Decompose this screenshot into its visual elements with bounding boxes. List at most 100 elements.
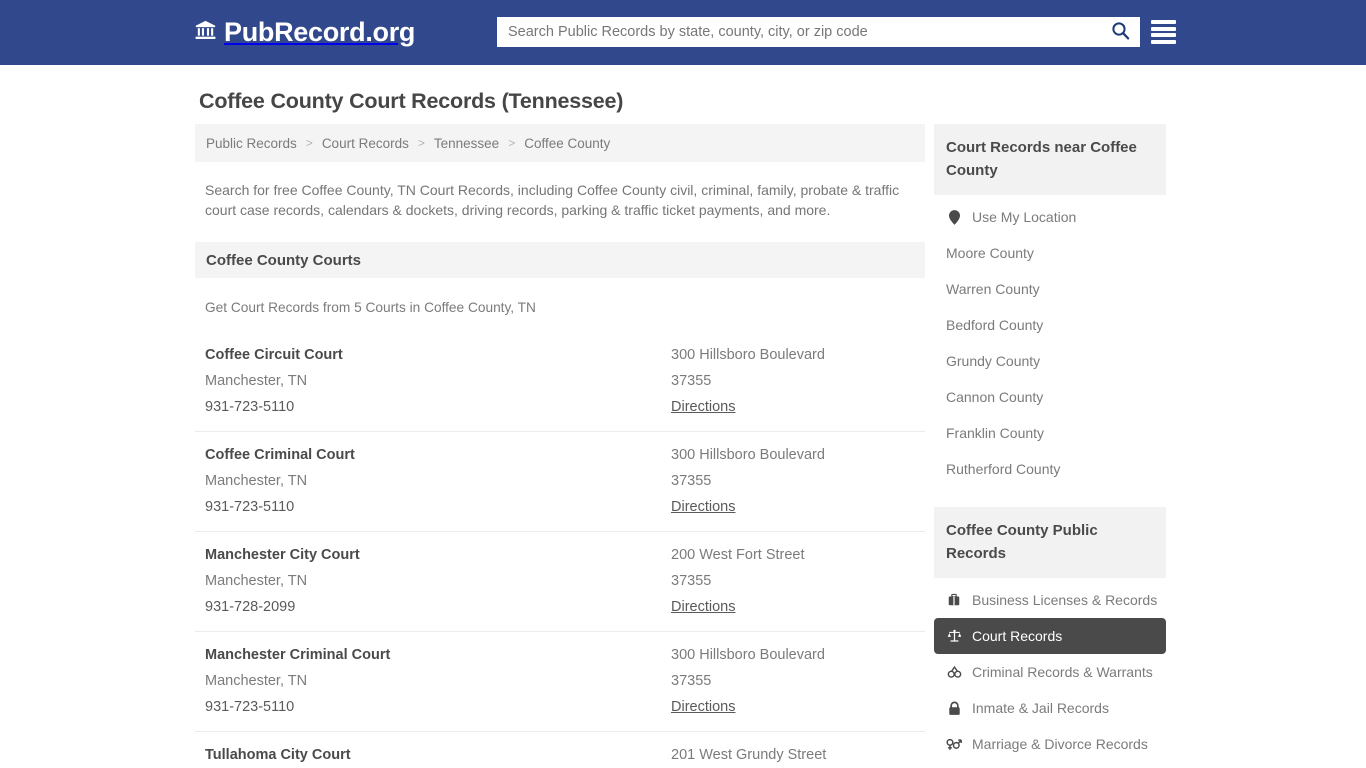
hamburger-menu-icon[interactable] xyxy=(1151,20,1176,44)
site-header: PubRecord.org xyxy=(0,0,1366,65)
sidebar-item-bedford-county[interactable]: Bedford County xyxy=(934,307,1166,343)
table-row: Manchester City Court Manchester, TN 931… xyxy=(195,532,925,632)
breadcrumb-separator: > xyxy=(409,136,434,150)
sidebar-item-label: Court Records xyxy=(972,628,1062,644)
sidebar-item-inmate-jail-records[interactable]: Inmate & Jail Records xyxy=(934,690,1166,726)
court-address: 300 Hillsboro Boulevard 37355 Directions xyxy=(671,442,915,520)
sidebar: Court Records near Coffee County Use My … xyxy=(934,124,1166,768)
bank-columns-icon xyxy=(194,19,217,46)
table-row: Manchester Criminal Court Manchester, TN… xyxy=(195,632,925,732)
court-street: 300 Hillsboro Boulevard xyxy=(671,442,915,468)
court-name: Coffee Circuit Court xyxy=(205,342,671,368)
breadcrumb-separator: > xyxy=(499,136,524,150)
sidebar-item-label: Inmate & Jail Records xyxy=(972,700,1109,716)
court-street: 300 Hillsboro Boulevard xyxy=(671,642,915,668)
gender-symbols-icon xyxy=(946,737,962,751)
search-button[interactable] xyxy=(1100,17,1140,47)
search-input[interactable] xyxy=(497,17,1100,47)
court-name: Manchester City Court xyxy=(205,542,671,568)
court-info: Tullahoma City Court Tullahoma, TN 931-4… xyxy=(205,742,671,768)
sidebar-item-label: Bedford County xyxy=(946,317,1043,333)
breadcrumb: Public Records > Court Records > Tenness… xyxy=(195,124,925,162)
court-address: 300 Hillsboro Boulevard 37355 Directions xyxy=(671,342,915,420)
public-records-list: Business Licenses & Records Court xyxy=(934,582,1166,768)
handcuffs-icon xyxy=(946,665,962,679)
sidebar-item-warren-county[interactable]: Warren County xyxy=(934,271,1166,307)
sidebar-item-cannon-county[interactable]: Cannon County xyxy=(934,379,1166,415)
court-info: Coffee Criminal Court Manchester, TN 931… xyxy=(205,442,671,520)
sidebar-item-label: Franklin County xyxy=(946,425,1044,441)
sidebar-item-moore-county[interactable]: Moore County xyxy=(934,235,1166,271)
hamburger-bar xyxy=(1151,27,1176,31)
logo-text: PubRecord.org xyxy=(224,17,415,48)
breadcrumb-separator: > xyxy=(297,136,322,150)
court-zip: 37355 xyxy=(671,568,915,594)
breadcrumb-item-public-records[interactable]: Public Records xyxy=(206,136,297,151)
directions-link[interactable]: Directions xyxy=(671,399,735,415)
court-name: Manchester Criminal Court xyxy=(205,642,671,668)
court-info: Coffee Circuit Court Manchester, TN 931-… xyxy=(205,342,671,420)
lock-icon xyxy=(946,701,962,716)
nearby-counties-list: Use My Location Moore County Warren Coun… xyxy=(934,199,1166,487)
sidebar-item-label: Moore County xyxy=(946,245,1034,261)
court-phone[interactable]: 931-723-5110 xyxy=(205,499,294,515)
search-icon xyxy=(1111,21,1130,43)
hamburger-bar xyxy=(1151,33,1176,37)
court-name: Tullahoma City Court xyxy=(205,742,671,768)
sidebar-item-property-records[interactable]: Property Records xyxy=(934,762,1166,768)
sidebar-item-label: Marriage & Divorce Records xyxy=(972,736,1148,752)
sidebar-item-court-records[interactable]: Court Records xyxy=(934,618,1166,654)
sidebar-item-criminal-records[interactable]: Criminal Records & Warrants xyxy=(934,654,1166,690)
sidebar-heading-nearby: Court Records near Coffee County xyxy=(934,124,1166,195)
court-address: 200 West Fort Street 37355 Directions xyxy=(671,542,915,620)
courts-section-heading: Coffee County Courts xyxy=(195,242,925,278)
table-row: Coffee Criminal Court Manchester, TN 931… xyxy=(195,432,925,532)
court-city: Manchester, TN xyxy=(205,468,671,494)
sidebar-heading-public-records: Coffee County Public Records xyxy=(934,507,1166,578)
scales-of-justice-icon xyxy=(946,629,962,643)
sidebar-item-use-my-location[interactable]: Use My Location xyxy=(934,199,1166,235)
table-row: Tullahoma City Court Tullahoma, TN 931-4… xyxy=(195,732,925,768)
court-address: 300 Hillsboro Boulevard 37355 Directions xyxy=(671,642,915,720)
court-list: Coffee Circuit Court Manchester, TN 931-… xyxy=(195,332,925,768)
court-info: Manchester Criminal Court Manchester, TN… xyxy=(205,642,671,720)
court-city: Manchester, TN xyxy=(205,668,671,694)
hamburger-bar xyxy=(1151,20,1176,24)
courts-section-subheading: Get Court Records from 5 Courts in Coffe… xyxy=(195,278,925,315)
page-title: Coffee County Court Records (Tennessee) xyxy=(199,89,623,114)
sidebar-item-label: Cannon County xyxy=(946,389,1043,405)
court-address: 201 West Grundy Street 37388 Directions xyxy=(671,742,915,768)
sidebar-item-marriage-divorce-records[interactable]: Marriage & Divorce Records xyxy=(934,726,1166,762)
briefcase-icon xyxy=(946,593,962,607)
sidebar-item-grundy-county[interactable]: Grundy County xyxy=(934,343,1166,379)
intro-paragraph: Search for free Coffee County, TN Court … xyxy=(195,162,925,220)
sidebar-item-label: Criminal Records & Warrants xyxy=(972,664,1153,680)
court-zip: 37355 xyxy=(671,468,915,494)
directions-link[interactable]: Directions xyxy=(671,499,735,515)
sidebar-item-label: Use My Location xyxy=(972,209,1076,225)
site-logo[interactable]: PubRecord.org xyxy=(194,17,415,48)
court-city: Manchester, TN xyxy=(205,368,671,394)
court-street: 200 West Fort Street xyxy=(671,542,915,568)
sidebar-item-label: Rutherford County xyxy=(946,461,1060,477)
court-city: Manchester, TN xyxy=(205,568,671,594)
court-phone[interactable]: 931-723-5110 xyxy=(205,699,294,715)
breadcrumb-item-coffee-county[interactable]: Coffee County xyxy=(524,136,610,151)
breadcrumb-item-tennessee[interactable]: Tennessee xyxy=(434,136,499,151)
sidebar-item-rutherford-county[interactable]: Rutherford County xyxy=(934,451,1166,487)
sidebar-item-business-licenses[interactable]: Business Licenses & Records xyxy=(934,582,1166,618)
table-row: Coffee Circuit Court Manchester, TN 931-… xyxy=(195,332,925,432)
search-bar xyxy=(497,17,1140,47)
court-zip: 37355 xyxy=(671,368,915,394)
court-phone[interactable]: 931-723-5110 xyxy=(205,399,294,415)
court-phone[interactable]: 931-728-2099 xyxy=(205,599,295,615)
breadcrumb-item-court-records[interactable]: Court Records xyxy=(322,136,409,151)
sidebar-item-franklin-county[interactable]: Franklin County xyxy=(934,415,1166,451)
sidebar-item-label: Grundy County xyxy=(946,353,1040,369)
court-street: 201 West Grundy Street xyxy=(671,742,915,768)
court-info: Manchester City Court Manchester, TN 931… xyxy=(205,542,671,620)
main-content: Public Records > Court Records > Tenness… xyxy=(195,124,925,768)
directions-link[interactable]: Directions xyxy=(671,599,735,615)
directions-link[interactable]: Directions xyxy=(671,699,735,715)
court-street: 300 Hillsboro Boulevard xyxy=(671,342,915,368)
